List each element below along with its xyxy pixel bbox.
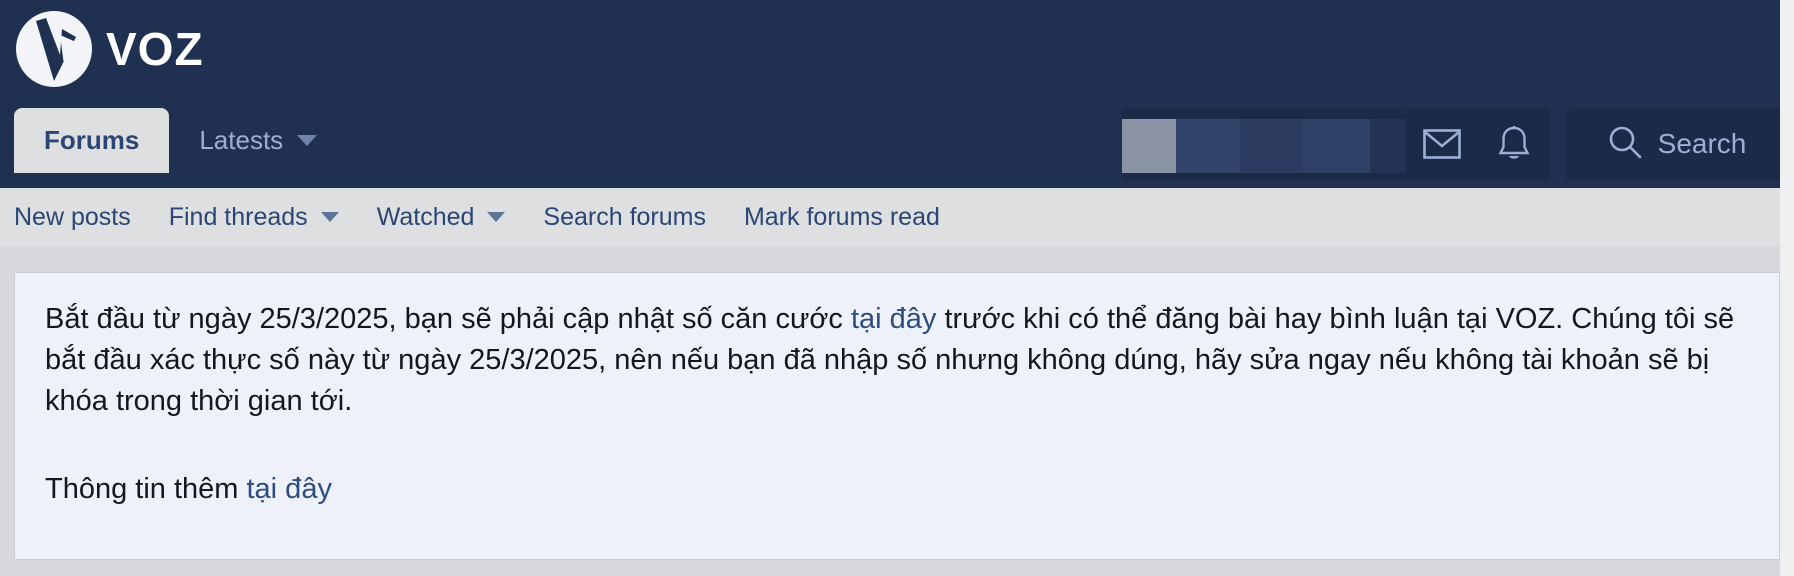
inbox-button[interactable] — [1406, 108, 1478, 180]
notice-paragraph-2: Thông tin thêm tại đây — [45, 469, 1749, 510]
chevron-down-icon — [297, 135, 318, 146]
site-header: VOZ Forums Latests Search — [0, 0, 1794, 188]
search-button[interactable]: Search — [1566, 108, 1794, 180]
notice-text-1a: Bắt đầu từ ngày 25/3/2025, bạn sẽ phải c… — [45, 303, 851, 335]
avatar-thumb — [1122, 119, 1176, 173]
nav-tab-latests[interactable]: Latests — [169, 108, 347, 173]
notice-link-2[interactable]: tại đây — [247, 473, 332, 505]
avatar — [1122, 119, 1406, 173]
notice-text-2a: Thông tin thêm — [45, 472, 247, 505]
secondary-nav-item-find-threads[interactable]: Find threads — [169, 203, 339, 232]
site-notice: Bắt đầu từ ngày 25/3/2025, bạn sẽ phải c… — [14, 272, 1780, 560]
search-button-label: Search — [1657, 128, 1747, 159]
voz-logo-icon — [14, 9, 94, 89]
secondary-nav-label: Search forums — [543, 202, 706, 231]
page-scrollbar[interactable] — [1780, 0, 1794, 576]
nav-tab-forums-label: Forums — [44, 125, 140, 155]
redacted-username-block — [1176, 119, 1240, 173]
search-icon — [1608, 125, 1642, 164]
notice-link-1[interactable]: tại đây — [851, 303, 936, 335]
account-menu[interactable] — [1122, 108, 1406, 180]
nav-tab-latests-label: Latests — [199, 125, 284, 155]
secondary-nav-item-mark-forums-read[interactable]: Mark forums read — [744, 203, 940, 232]
secondary-nav-item-search-forums[interactable]: Search forums — [543, 203, 706, 232]
redacted-username-block — [1240, 119, 1302, 173]
secondary-nav-label: Watched — [376, 202, 475, 231]
header-right-cluster: Search — [1122, 108, 1794, 180]
primary-nav: Forums Latests — [14, 108, 347, 188]
secondary-nav-item-new-posts[interactable]: New posts — [14, 203, 131, 232]
site-logo-text: VOZ — [106, 23, 204, 75]
notice-paragraph-1: Bắt đầu từ ngày 25/3/2025, bạn sẽ phải c… — [45, 299, 1749, 423]
secondary-nav-label: Mark forums read — [743, 202, 940, 231]
secondary-nav-label: New posts — [14, 202, 131, 231]
secondary-nav-item-watched[interactable]: Watched — [377, 203, 506, 232]
alerts-button[interactable] — [1478, 108, 1550, 180]
site-logo[interactable]: VOZ — [14, 8, 204, 90]
chevron-down-icon — [320, 212, 339, 222]
redacted-username-block — [1302, 119, 1370, 173]
bell-icon — [1497, 125, 1531, 163]
nav-tab-forums[interactable]: Forums — [14, 108, 170, 173]
secondary-nav-label: Find threads — [168, 202, 308, 231]
chevron-down-icon — [487, 212, 506, 222]
envelope-icon — [1423, 129, 1461, 159]
page-root: VOZ Forums Latests Search New posts Find… — [0, 0, 1794, 576]
secondary-nav: New posts Find threads Watched Search fo… — [0, 188, 1794, 246]
redacted-username-block — [1370, 119, 1406, 173]
